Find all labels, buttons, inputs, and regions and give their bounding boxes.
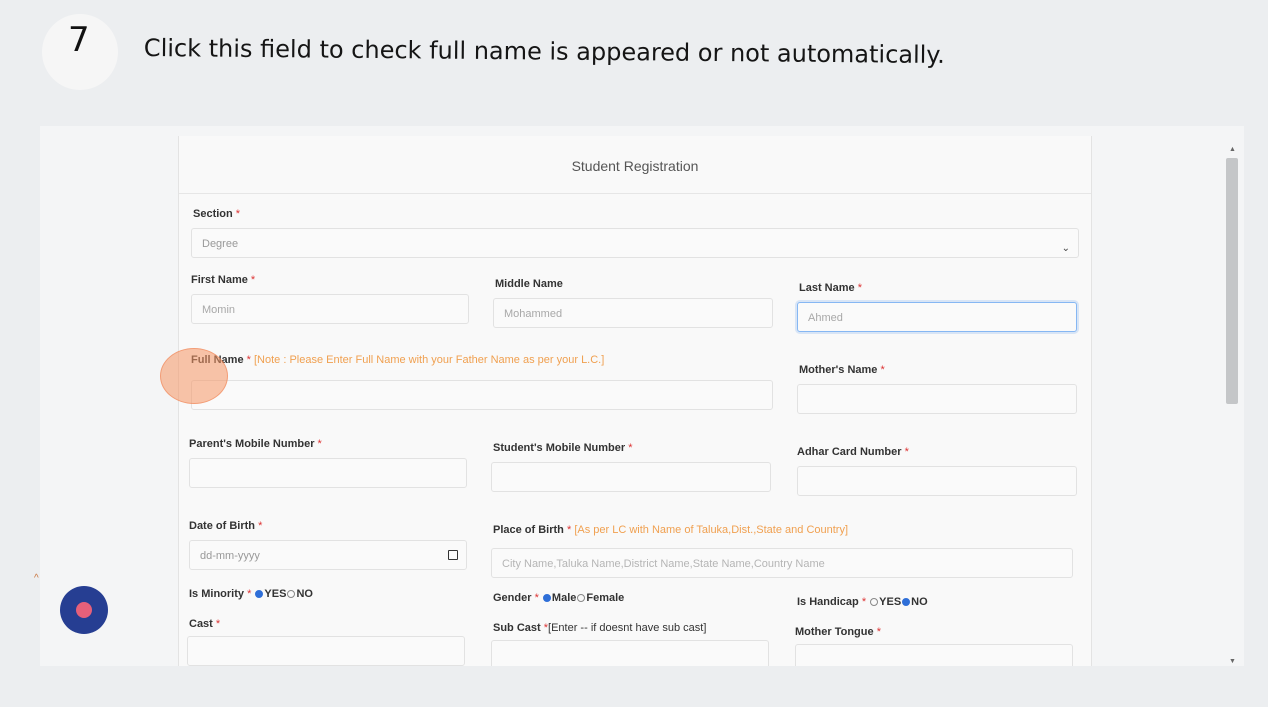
calendar-icon[interactable] [448,550,458,560]
adhar-label: Adhar Card Number * [797,446,909,458]
parent-mobile-label: Parent's Mobile Number * [189,438,322,450]
screenshot-frame: Student Registration Section * Degree ⌄ … [40,126,1244,666]
chevron-down-icon: ⌄ [1061,243,1070,254]
first-name-input[interactable]: Momin [191,294,469,324]
mother-tongue-label: Mother Tongue * [795,626,881,638]
scrollbar-thumb[interactable] [1226,158,1238,404]
is-minority-group: Is Minority * YES NO [189,588,313,600]
parent-mobile-input[interactable] [189,458,467,488]
middle-name-label: Middle Name [495,278,563,290]
is-handicap-group: Is Handicap * YES NO [797,596,928,608]
click-highlight [160,348,228,404]
first-name-label: First Name * [191,274,256,286]
last-name-input[interactable]: Ahmed [797,302,1077,332]
mothers-name-input[interactable] [797,384,1077,414]
minority-no-radio[interactable] [287,590,296,598]
adhar-input[interactable] [797,466,1077,496]
step-instruction: Click this field to check full name is a… [143,34,945,69]
gender-female-radio[interactable] [577,594,586,602]
help-button[interactable] [60,586,108,634]
cast-input[interactable] [187,636,465,666]
student-mobile-label: Student's Mobile Number * [493,442,633,454]
registration-form: Student Registration Section * Degree ⌄ … [178,136,1092,666]
minority-yes-radio[interactable] [255,590,264,598]
record-icon [76,602,92,618]
last-name-label: Last Name * [799,282,862,294]
scroll-up-arrow-icon[interactable]: ▲ [1229,146,1236,153]
mothers-name-label: Mother's Name * [799,364,885,376]
dob-label: Date of Birth * [189,520,263,532]
place-of-birth-input[interactable]: City Name,Taluka Name,District Name,Stat… [491,548,1073,578]
gender-male-radio[interactable] [542,594,551,602]
dob-input[interactable]: dd-mm-yyyy [189,540,467,570]
section-select[interactable]: Degree ⌄ [191,228,1079,258]
divider [179,193,1091,194]
section-label: Section * [193,208,241,220]
middle-name-input[interactable]: Mohammed [493,298,773,328]
form-title: Student Registration [571,158,699,174]
sub-cast-input[interactable] [491,640,769,666]
handicap-no-radio[interactable] [902,598,911,606]
caret-icon: ^ [34,573,39,584]
cast-label: Cast * [189,618,221,630]
step-number: 7 [68,20,90,60]
full-name-label: Full Name * [Note : Please Enter Full Na… [191,354,605,366]
student-mobile-input[interactable] [491,462,771,492]
scroll-down-arrow-icon[interactable]: ▼ [1229,658,1236,665]
place-of-birth-label: Place of Birth * [As per LC with Name of… [493,524,849,536]
mother-tongue-input[interactable] [795,644,1073,666]
sub-cast-label: Sub Cast *[Enter -- if doesnt have sub c… [493,622,707,634]
gender-group: Gender * Male Female [493,592,625,604]
handicap-yes-radio[interactable] [870,598,879,606]
full-name-input[interactable] [191,380,773,410]
